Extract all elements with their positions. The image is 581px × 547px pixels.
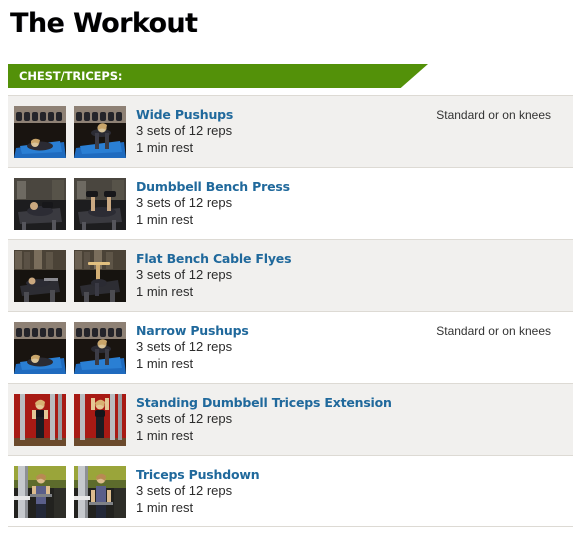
exercise-sets-reps: 3 sets of 12 reps: [136, 411, 233, 426]
exercise-thumbnails: [14, 168, 126, 230]
exercise-sets-reps: 3 sets of 12 reps: [136, 195, 233, 210]
exercise-thumbnail-start[interactable]: [14, 178, 66, 230]
exercise-info: Dumbbell Bench Press 3 sets of 12 reps 1…: [126, 168, 551, 228]
exercise-info: Standing Dumbbell Triceps Extension 3 se…: [126, 384, 551, 444]
workout-page: The Workout CHEST/TRICEPS: Wide Pushups …: [0, 0, 581, 547]
exercise-rest: 1 min rest: [136, 428, 194, 443]
exercise-list: Wide Pushups 3 sets of 12 reps 1 min res…: [0, 95, 581, 527]
exercise-name-link[interactable]: Narrow Pushups: [136, 323, 436, 338]
exercise-thumbnail-start[interactable]: [14, 106, 66, 158]
exercise-thumbnail-end[interactable]: [74, 466, 126, 518]
exercise-sets-reps: 3 sets of 12 reps: [136, 483, 233, 498]
exercise-thumbnails: [14, 384, 126, 446]
section-header-chest-triceps: CHEST/TRICEPS:: [8, 64, 428, 88]
exercise-thumbnail-start[interactable]: [14, 394, 66, 446]
exercise-thumbnail-start[interactable]: [14, 250, 66, 302]
exercise-thumbnail-end[interactable]: [74, 106, 126, 158]
exercise-info: Flat Bench Cable Flyes 3 sets of 12 reps…: [126, 240, 551, 300]
exercise-thumbnails: [14, 96, 126, 158]
exercise-sets-reps: 3 sets of 12 reps: [136, 123, 233, 138]
exercise-name-link[interactable]: Flat Bench Cable Flyes: [136, 251, 551, 266]
exercise-thumbnail-end[interactable]: [74, 178, 126, 230]
exercise-rest: 1 min rest: [136, 140, 194, 155]
exercise-note: Standard or on knees: [436, 108, 551, 122]
exercise-info: Wide Pushups 3 sets of 12 reps 1 min res…: [126, 96, 436, 156]
exercise-thumbnail-start[interactable]: [14, 322, 66, 374]
exercise-name-link[interactable]: Triceps Pushdown: [136, 467, 551, 482]
exercise-row: Triceps Pushdown 3 sets of 12 reps 1 min…: [8, 455, 573, 527]
exercise-thumbnail-end[interactable]: [74, 322, 126, 374]
exercise-thumbnail-start[interactable]: [14, 466, 66, 518]
exercise-rest: 1 min rest: [136, 212, 194, 227]
section-header-container: CHEST/TRICEPS:: [0, 64, 581, 88]
exercise-thumbnails: [14, 240, 126, 302]
exercise-thumbnails: [14, 456, 126, 518]
exercise-note: [551, 240, 573, 252]
exercise-thumbnail-end[interactable]: [74, 250, 126, 302]
exercise-row: Dumbbell Bench Press 3 sets of 12 reps 1…: [8, 167, 573, 239]
exercise-note: [551, 384, 573, 396]
exercise-row: Narrow Pushups 3 sets of 12 reps 1 min r…: [8, 311, 573, 383]
exercise-row: Flat Bench Cable Flyes 3 sets of 12 reps…: [8, 239, 573, 311]
exercise-row: Wide Pushups 3 sets of 12 reps 1 min res…: [8, 95, 573, 167]
exercise-rest: 1 min rest: [136, 500, 194, 515]
exercise-name-link[interactable]: Standing Dumbbell Triceps Extension: [136, 395, 551, 410]
exercise-info: Triceps Pushdown 3 sets of 12 reps 1 min…: [126, 456, 551, 516]
exercise-note: Standard or on knees: [436, 324, 551, 338]
exercise-sets-reps: 3 sets of 12 reps: [136, 267, 233, 282]
exercise-name-link[interactable]: Dumbbell Bench Press: [136, 179, 551, 194]
exercise-info: Narrow Pushups 3 sets of 12 reps 1 min r…: [126, 312, 436, 372]
exercise-rest: 1 min rest: [136, 284, 194, 299]
page-title: The Workout: [10, 8, 198, 39]
exercise-thumbnails: [14, 312, 126, 374]
exercise-note: [551, 168, 573, 180]
exercise-name-link[interactable]: Wide Pushups: [136, 107, 436, 122]
exercise-thumbnail-end[interactable]: [74, 394, 126, 446]
exercise-note: [551, 456, 573, 468]
section-header-label: CHEST/TRICEPS:: [19, 69, 123, 83]
exercise-sets-reps: 3 sets of 12 reps: [136, 339, 233, 354]
exercise-row: Standing Dumbbell Triceps Extension 3 se…: [8, 383, 573, 455]
exercise-rest: 1 min rest: [136, 356, 194, 371]
